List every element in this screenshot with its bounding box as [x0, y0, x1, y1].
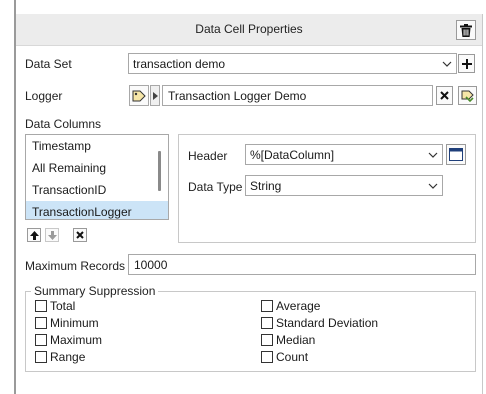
delete-button[interactable] — [456, 20, 476, 40]
checkbox-label: Count — [276, 350, 309, 364]
data-type-dropdown[interactable]: String — [245, 175, 443, 196]
max-records-label: Maximum Records — [25, 259, 126, 273]
checkbox-label: Maximum — [50, 333, 103, 347]
checkbox-label: Minimum — [50, 316, 99, 330]
logger-field[interactable]: Transaction Logger Demo — [162, 85, 433, 106]
data-columns-label: Data Columns — [25, 117, 102, 131]
top-strip — [0, 0, 486, 14]
header-binding-button[interactable] — [446, 144, 466, 165]
tag-button[interactable] — [129, 85, 149, 106]
browse-logger-button[interactable] — [458, 86, 477, 105]
checkbox-range[interactable]: Range — [35, 350, 85, 364]
checkbox-average[interactable]: Average — [261, 299, 320, 313]
panel-left-border — [14, 0, 16, 394]
list-item[interactable]: All Remaining — [26, 157, 168, 179]
checkbox-label: Total — [50, 299, 76, 313]
header-value: %[DataColumn] — [250, 147, 335, 162]
move-down-button[interactable] — [45, 228, 59, 242]
chevron-down-icon — [424, 145, 442, 164]
close-icon — [440, 91, 449, 100]
remove-column-button[interactable] — [73, 228, 87, 242]
checkbox-label: Median — [276, 333, 316, 347]
list-scrollbar-thumb[interactable] — [158, 151, 161, 191]
panel-title-bar: Data Cell Properties — [16, 14, 482, 46]
chevron-down-icon — [438, 54, 456, 73]
panel-title: Data Cell Properties — [195, 22, 303, 36]
trash-icon — [460, 23, 472, 37]
data-set-value: transaction demo — [133, 56, 226, 71]
clear-logger-button[interactable] — [436, 86, 453, 105]
checkbox-box[interactable] — [261, 334, 273, 346]
chevron-down-icon — [424, 176, 442, 195]
max-records-field[interactable]: 10000 — [128, 254, 476, 275]
checkbox-label: Range — [50, 350, 86, 364]
data-set-dropdown[interactable]: transaction demo — [128, 53, 457, 74]
data-set-label: Data Set — [25, 57, 72, 71]
list-item[interactable]: TransactionID — [26, 179, 168, 201]
checkbox-box[interactable] — [261, 300, 273, 312]
checkbox-box[interactable] — [35, 351, 47, 363]
data-columns-list[interactable]: Timestamp All Remaining TransactionID Tr… — [25, 134, 169, 220]
triangle-right-icon — [152, 91, 158, 100]
checkbox-label: Standard Deviation — [276, 316, 379, 330]
window-icon — [449, 148, 463, 161]
list-item-selected[interactable]: TransactionLogger — [26, 201, 168, 219]
close-icon — [76, 231, 84, 239]
checkbox-maximum[interactable]: Maximum — [35, 333, 102, 347]
checkbox-median[interactable]: Median — [261, 333, 315, 347]
header-dropdown[interactable]: %[DataColumn] — [245, 144, 443, 165]
checkbox-box[interactable] — [35, 300, 47, 312]
data-type-value: String — [250, 178, 282, 193]
checkbox-standard-deviation[interactable]: Standard Deviation — [261, 316, 378, 330]
logger-label: Logger — [25, 89, 63, 103]
checkbox-total[interactable]: Total — [35, 299, 75, 313]
add-data-set-button[interactable] — [458, 54, 475, 73]
checkbox-minimum[interactable]: Minimum — [35, 316, 99, 330]
checkbox-box[interactable] — [261, 317, 273, 329]
arrow-up-icon — [29, 230, 39, 240]
data-type-label: Data Type — [188, 180, 243, 194]
checkbox-label: Average — [276, 299, 321, 313]
checkbox-box[interactable] — [35, 317, 47, 329]
arrow-down-icon — [47, 230, 57, 240]
tag-icon — [132, 90, 146, 101]
checkbox-box[interactable] — [35, 334, 47, 346]
tag-browse-icon — [461, 90, 474, 102]
header-label: Header — [188, 149, 228, 163]
list-item[interactable]: Timestamp — [26, 135, 168, 157]
checkbox-count[interactable]: Count — [261, 350, 308, 364]
checkbox-box[interactable] — [261, 351, 273, 363]
expand-tag-button[interactable] — [150, 85, 160, 106]
summary-suppression-group — [25, 291, 476, 372]
panel-right-border — [482, 14, 483, 394]
move-up-button[interactable] — [27, 228, 41, 242]
summary-suppression-legend: Summary Suppression — [31, 284, 159, 298]
plus-icon — [461, 58, 472, 69]
